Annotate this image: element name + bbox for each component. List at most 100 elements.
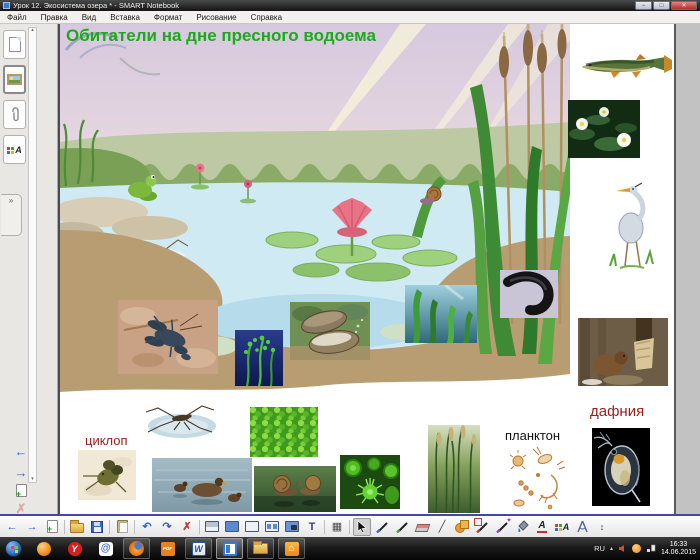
minimize-button[interactable]: − — [635, 1, 652, 10]
photo-heron[interactable] — [600, 178, 662, 273]
taskbar-app-explorer[interactable] — [247, 538, 274, 559]
previous-page-button[interactable]: ← — [3, 518, 21, 536]
network-icon[interactable] — [646, 544, 656, 553]
photo-cyclops[interactable] — [78, 450, 136, 500]
transparent-background-button[interactable] — [243, 518, 261, 536]
tab-gallery[interactable] — [3, 65, 26, 94]
menu-format[interactable]: Формат — [147, 13, 189, 22]
open-button[interactable] — [68, 518, 86, 536]
magic-pen-button[interactable]: ✦ — [493, 518, 511, 536]
photo-plankton[interactable] — [505, 445, 567, 513]
document-camera-button[interactable]: T — [303, 518, 321, 536]
photo-crayfish[interactable] — [118, 300, 218, 374]
label-cyclops[interactable]: циклоп — [85, 433, 128, 448]
photo-mussels[interactable] — [290, 302, 370, 360]
photo-beaver[interactable] — [578, 318, 668, 386]
panel-dock-tab[interactable]: » — [1, 194, 22, 236]
label-plankton[interactable]: планктон — [505, 428, 560, 443]
system-tray: RU ▴ 16:33 14.06.2015 — [594, 541, 700, 557]
firefox-icon — [129, 541, 144, 556]
photo-water-strider[interactable] — [140, 398, 222, 446]
clock[interactable]: 16:33 14.06.2015 — [661, 541, 696, 557]
eraser-icon — [414, 524, 430, 532]
next-page-button[interactable]: → — [23, 518, 41, 536]
speaker-icon[interactable] — [618, 544, 627, 553]
photo-reeds[interactable] — [428, 425, 480, 513]
eraser-tool-button[interactable] — [413, 518, 431, 536]
photo-leech[interactable] — [500, 270, 558, 318]
scroll-up-icon[interactable]: ▴ — [31, 27, 34, 33]
menu-file[interactable]: Файл — [0, 13, 34, 22]
move-toolbar-button[interactable]: ↕ — [593, 518, 611, 536]
pen-tool-button[interactable] — [373, 518, 391, 536]
add-page-button[interactable]: + — [4, 484, 38, 497]
taskbar-app-smart-notebook[interactable] — [216, 538, 243, 559]
menu-view[interactable]: Вид — [75, 13, 103, 22]
window-titlebar[interactable]: Урок 12. Экосистема озера * - SMART Note… — [0, 0, 700, 11]
taskbar-app-mail-agent[interactable]: @ — [92, 538, 119, 559]
open-folder-icon — [70, 523, 84, 533]
tray-expand-icon[interactable]: ▴ — [610, 545, 613, 552]
photo-snails[interactable] — [254, 466, 336, 512]
taskbar-app-pdf-reader[interactable]: PDF — [154, 538, 181, 559]
photo-seaweed[interactable] — [405, 285, 477, 343]
tab-properties[interactable]: A — [3, 135, 26, 164]
tab-page-sorter[interactable] — [3, 30, 26, 59]
maximize-button[interactable]: □ — [653, 1, 670, 10]
tab-attachments[interactable] — [3, 100, 26, 129]
menu-help[interactable]: Справка — [244, 13, 289, 22]
menu-edit[interactable]: Правка — [34, 13, 75, 22]
label-daphnia[interactable]: дафния — [590, 403, 644, 420]
photo-ducks[interactable] — [152, 458, 252, 512]
shape-recognition-pen-button[interactable] — [473, 518, 491, 536]
pdf-reader-icon: PDF — [161, 542, 175, 556]
next-page-button[interactable]: → — [4, 465, 38, 480]
fill-tool-button[interactable] — [513, 518, 531, 536]
taskbar-app-firefox[interactable] — [123, 538, 150, 559]
photo-pike[interactable] — [580, 52, 672, 80]
word-icon: W — [192, 542, 206, 556]
undo-button[interactable]: ↶ — [138, 518, 156, 536]
taskbar-app-word[interactable]: W — [185, 538, 212, 559]
previous-page-button[interactable]: ← — [4, 444, 38, 459]
paste-button[interactable] — [113, 518, 131, 536]
properties-icon: A — [7, 145, 22, 155]
heron-art — [600, 178, 662, 273]
redo-button[interactable]: ↷ — [158, 518, 176, 536]
full-screen-button[interactable] — [223, 518, 241, 536]
pen-icon — [376, 520, 389, 533]
taskbar-app-yandex-browser[interactable]: Y — [61, 538, 88, 559]
menu-draw[interactable]: Рисование — [189, 13, 243, 22]
screen-shade-icon — [205, 521, 219, 532]
photo-duckweed[interactable] — [250, 407, 318, 457]
measurement-tools-button[interactable] — [573, 518, 591, 536]
close-button[interactable]: ✕ — [671, 1, 697, 10]
shapes-tool-button[interactable] — [453, 518, 471, 536]
delete-button[interactable]: ✗ — [178, 518, 196, 536]
photo-daphnia[interactable] — [592, 428, 650, 506]
screen-shade-button[interactable] — [203, 518, 221, 536]
water-lilies-art — [568, 100, 640, 158]
save-button[interactable] — [88, 518, 106, 536]
menu-insert[interactable]: Вставка — [103, 13, 147, 22]
line-tool-button[interactable]: ╱ — [433, 518, 451, 536]
capture-button[interactable] — [283, 518, 301, 536]
separator — [349, 520, 350, 534]
agent-tray-icon[interactable] — [632, 544, 641, 553]
table-button[interactable]: ▦ — [328, 518, 346, 536]
calligraphic-pen-button[interactable] — [393, 518, 411, 536]
taskbar-app-home[interactable]: ⌂ — [278, 538, 305, 559]
start-button[interactable] — [5, 540, 22, 557]
photo-water-lilies[interactable] — [568, 100, 640, 158]
photo-green-microbes[interactable] — [340, 455, 400, 509]
photo-algae[interactable] — [235, 330, 283, 386]
dual-page-display-button[interactable] — [263, 518, 281, 536]
properties-button[interactable]: A — [553, 518, 571, 536]
paperclip-icon — [9, 107, 21, 123]
add-page-button[interactable]: + — [43, 518, 61, 536]
text-tool-button[interactable]: A — [533, 518, 551, 536]
select-tool-button[interactable] — [353, 518, 371, 536]
panel-scrollbar[interactable]: ▴ ▾ — [28, 27, 37, 483]
language-indicator[interactable]: RU — [594, 544, 605, 553]
taskbar-app-media-player[interactable] — [30, 538, 57, 559]
